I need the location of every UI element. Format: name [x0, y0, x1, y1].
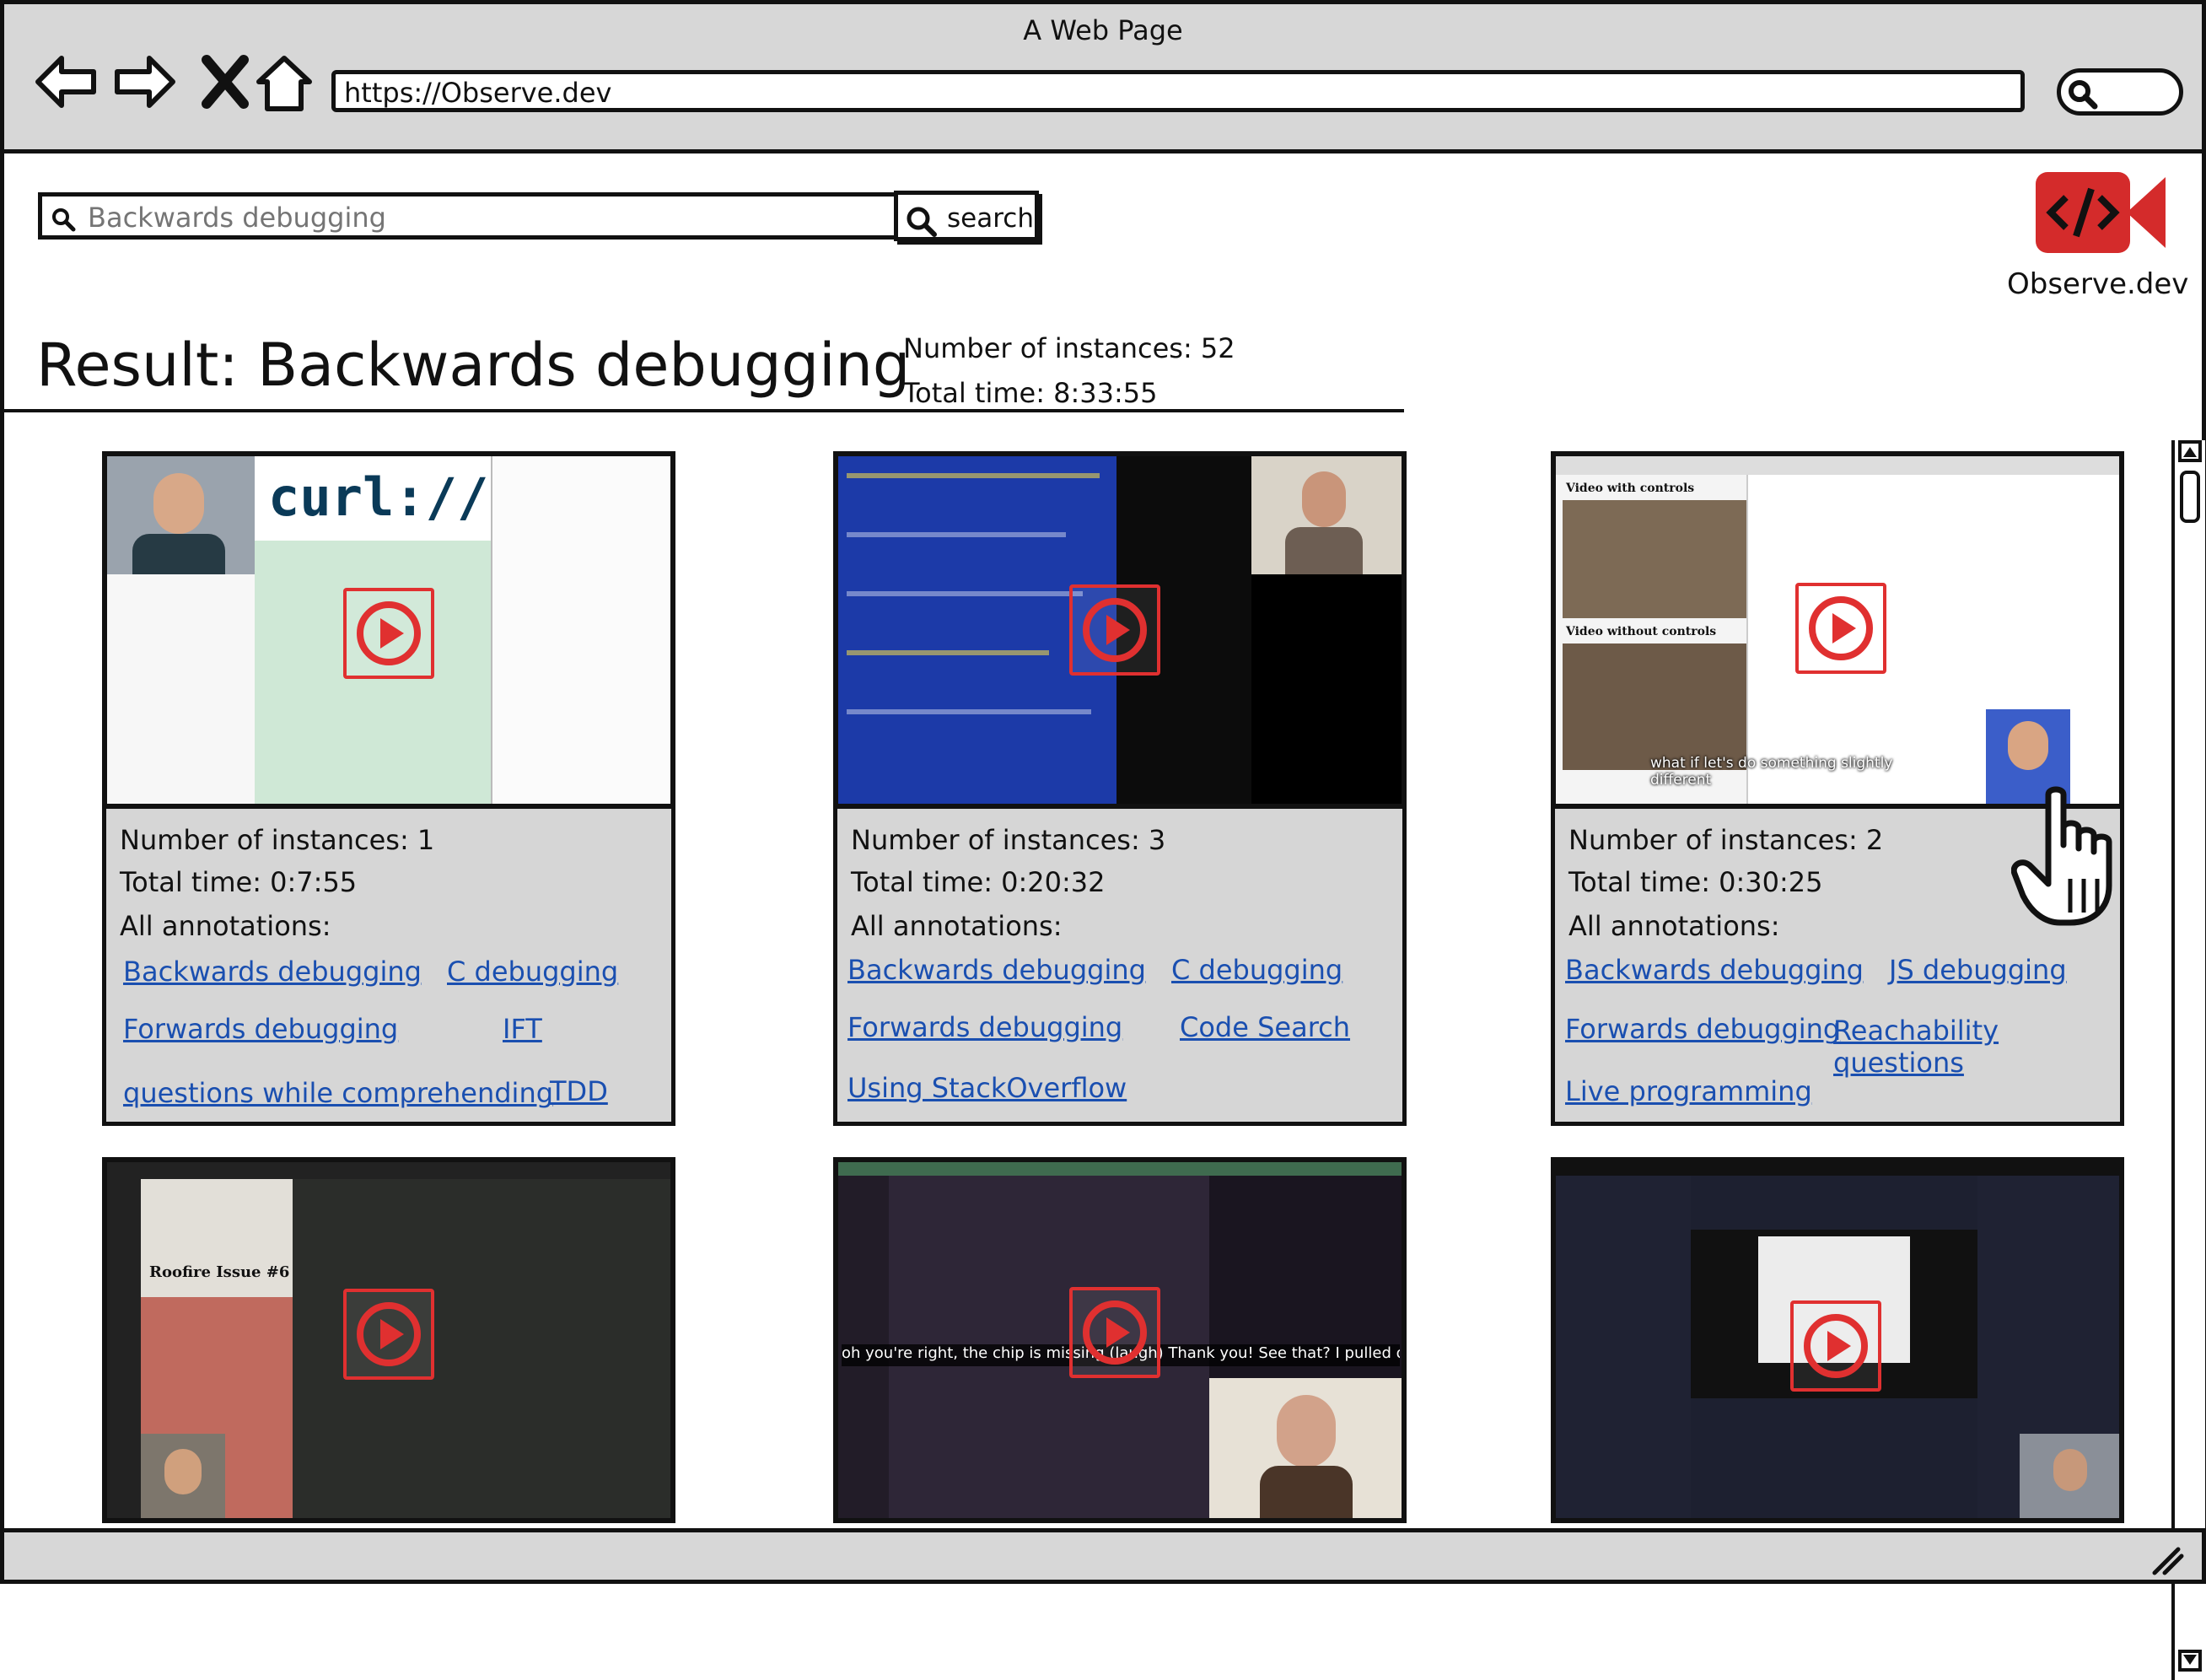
tag-link[interactable]: Forwards debugging [123, 1013, 398, 1045]
tag-link[interactable]: IFT [503, 1013, 542, 1045]
video-thumbnail[interactable]: curl:// [102, 451, 675, 809]
card-info-panel: Number of instances: 1 Total time: 0:7:5… [102, 809, 675, 1126]
webcam-frame [107, 456, 255, 574]
editor-tabs [838, 1162, 1402, 1176]
card-total-time: Total time: 0:30:25 [1568, 866, 1823, 898]
resize-grip-icon[interactable] [2148, 1543, 2185, 1576]
home-icon[interactable] [250, 48, 318, 116]
tag-link[interactable]: C debugging [1171, 954, 1342, 986]
card-instances: Number of instances: 2 [1568, 824, 1884, 856]
total-time: Total time: 8:33:55 [903, 377, 1158, 409]
video-thumbnail[interactable]: Roofire Issue #6 [102, 1157, 675, 1523]
tag-link[interactable]: Live programming [1565, 1075, 1812, 1107]
browser-toolbar [1556, 456, 2119, 475]
video-thumbnail[interactable] [833, 451, 1407, 809]
browser-chrome: A Web Page https://Observe.dev [0, 0, 2206, 153]
page-content: search Observe.dev Result: Backwards deb… [0, 153, 2206, 1680]
vertical-scrollbar[interactable] [2171, 440, 2205, 1680]
thumb-label: Video without controls [1566, 625, 1717, 638]
terminal-panel [1556, 1176, 1691, 1518]
webcam-frame [2020, 1434, 2119, 1518]
play-button[interactable] [1795, 583, 1886, 674]
tag-link[interactable]: TDD [550, 1075, 608, 1107]
card-instances: Number of instances: 1 [120, 824, 435, 856]
tag-link[interactable]: JS debugging [1889, 954, 2067, 986]
play-icon [1809, 596, 1873, 660]
play-button[interactable] [343, 588, 434, 679]
tag-link[interactable]: Forwards debugging [847, 1011, 1122, 1043]
play-icon [357, 601, 421, 665]
scroll-down-arrow-icon[interactable] [2178, 1650, 2202, 1672]
annotations-label: All annotations: [851, 910, 1063, 942]
tag-link[interactable]: Forwards debugging [1565, 1013, 1840, 1045]
tag-link[interactable]: C debugging [447, 956, 618, 988]
play-button[interactable] [343, 1289, 434, 1380]
card-info-panel: Number of instances: 3 Total time: 0:20:… [833, 809, 1407, 1126]
scroll-thumb[interactable] [2180, 471, 2200, 523]
play-button[interactable] [1069, 584, 1160, 676]
play-icon [1083, 1300, 1147, 1365]
scroll-up-arrow-icon[interactable] [2178, 440, 2202, 462]
webcam-frame [141, 1434, 225, 1518]
play-icon [1083, 598, 1147, 662]
editor-panel [491, 456, 670, 804]
brand-name[interactable]: Observe.dev [2007, 267, 2188, 301]
curl-logo: curl:// [268, 466, 489, 528]
tag-link[interactable]: Backwards debugging [847, 954, 1146, 986]
page-title: Result: Backwards debugging [36, 331, 911, 400]
status-bar [0, 1528, 2206, 1584]
tag-link[interactable]: Code Search [1180, 1011, 1350, 1043]
webcam-frame [1209, 1378, 1402, 1518]
hand-cursor-icon [2011, 786, 2112, 926]
chat-panel [107, 574, 255, 804]
play-button[interactable] [1069, 1287, 1160, 1378]
address-bar[interactable]: https://Observe.dev [331, 70, 2025, 112]
video-thumbnail[interactable]: Video with controls Video without contro… [1551, 451, 2124, 809]
search-button-label: search [947, 203, 1034, 234]
card-total-time: Total time: 0:20:32 [851, 866, 1106, 898]
curl-banner: curl:// [255, 456, 491, 541]
tag-link[interactable]: Backwards debugging [123, 956, 422, 988]
search-icon [907, 207, 937, 237]
search-field[interactable] [38, 192, 898, 240]
search-button[interactable]: search [894, 191, 1039, 241]
search-icon [52, 208, 76, 232]
menu-bar [1556, 1162, 2119, 1176]
play-icon [357, 1302, 421, 1366]
annotations-label: All annotations: [120, 910, 331, 942]
thumb-label: Video with controls [1566, 482, 1695, 495]
magnifier-icon [2069, 80, 2098, 110]
video-frame [1563, 643, 1746, 770]
title-divider [4, 409, 1404, 412]
window-title: A Web Page [1023, 14, 1183, 46]
stop-icon[interactable] [191, 48, 259, 116]
tag-link[interactable]: Reachability questions [1833, 1015, 2120, 1079]
video-thumbnail[interactable] [1551, 1157, 2124, 1523]
annotations-label: All annotations: [1568, 910, 1780, 942]
browser-search-field[interactable] [2057, 68, 2183, 116]
tag-link[interactable]: Backwards debugging [1565, 954, 1864, 986]
card-instances: Number of instances: 3 [851, 824, 1166, 856]
card-total-time: Total time: 0:7:55 [120, 866, 358, 898]
video-caption: what if let's do something slightly diff… [1650, 755, 1893, 789]
back-icon[interactable] [33, 48, 100, 116]
play-button[interactable] [1790, 1300, 1881, 1392]
webcam-frame [1251, 456, 1402, 574]
video-thumbnail[interactable]: oh you're right, the chip is missing (la… [833, 1157, 1407, 1523]
forward-icon[interactable] [110, 48, 178, 116]
total-instances: Number of instances: 52 [903, 332, 1235, 364]
search-input[interactable] [86, 199, 882, 236]
video-frame [1563, 500, 1746, 618]
tag-link[interactable]: Using StackOverflow [847, 1072, 1127, 1104]
play-icon [1804, 1314, 1868, 1378]
log-panel [1251, 574, 1402, 804]
magazine-title: Roofire Issue #6 [149, 1263, 290, 1281]
tag-link[interactable]: questions while comprehending [123, 1077, 553, 1109]
observe-logo-icon[interactable] [2032, 170, 2167, 255]
